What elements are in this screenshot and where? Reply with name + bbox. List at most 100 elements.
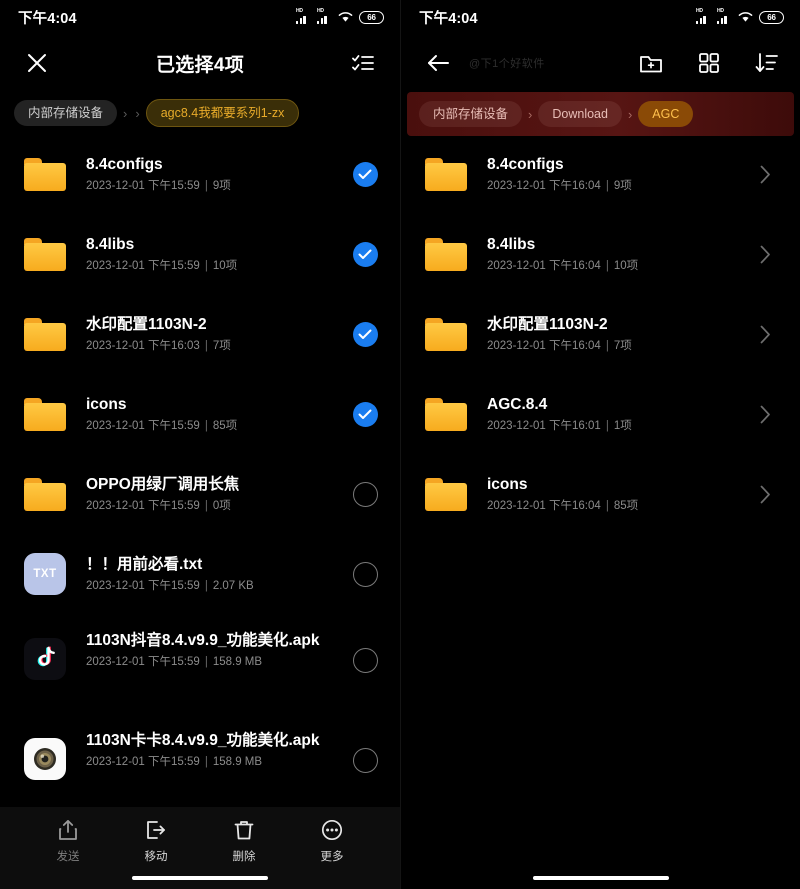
list-item-meta: 8.4libs 2023-12-01 下午15:59 | 10项 bbox=[86, 234, 348, 274]
checkbox-unchecked-icon[interactable] bbox=[352, 561, 378, 587]
signal-hd-icon: HD bbox=[296, 8, 311, 24]
folder-icon bbox=[22, 311, 68, 357]
checkbox-checked-icon[interactable] bbox=[352, 161, 378, 187]
dual-screenshot-container: 下午4:04 HD HD 66 已选择4项 内部存储设备 › › agc8.4我… bbox=[0, 0, 800, 889]
signal-hd-label: HD bbox=[296, 8, 303, 14]
file-subtitle: 2023-12-01 下午16:03 | 7项 bbox=[86, 340, 231, 352]
file-date: 2023-12-01 下午15:59 bbox=[86, 756, 200, 768]
sort-descending-icon[interactable] bbox=[750, 46, 784, 80]
breadcrumb-item-download[interactable]: Download bbox=[538, 100, 622, 128]
file-date: 2023-12-01 下午15:59 bbox=[86, 580, 200, 592]
file-subtitle: 2023-12-01 下午16:04 | 10项 bbox=[487, 260, 639, 272]
list-item-meta: 8.4libs 2023-12-01 下午16:04 | 10项 bbox=[487, 234, 748, 274]
list-item[interactable]: 1103N卡卡8.4.v9.9_功能美化.apk 2023-12-01 下午15… bbox=[0, 714, 400, 814]
file-name: 水印配置1103N-2 bbox=[487, 316, 608, 333]
selection-control[interactable] bbox=[348, 321, 382, 347]
close-icon[interactable] bbox=[20, 46, 54, 80]
checkbox-checked-icon[interactable] bbox=[352, 241, 378, 267]
battery-icon: 66 bbox=[759, 10, 784, 24]
selection-control[interactable] bbox=[348, 748, 382, 773]
new-folder-icon[interactable] bbox=[634, 46, 668, 80]
checkbox-unchecked-icon[interactable] bbox=[352, 481, 378, 507]
list-item[interactable]: AGC.8.4 2023-12-01 下午16:01 | 1项 bbox=[401, 374, 800, 454]
breadcrumb-item-current[interactable]: AGC bbox=[638, 100, 694, 128]
folder-icon bbox=[423, 311, 469, 357]
back-arrow-icon[interactable] bbox=[421, 46, 455, 80]
folder-icon bbox=[423, 471, 469, 517]
selection-control[interactable] bbox=[348, 648, 382, 673]
breadcrumb-item-current[interactable]: agc8.4我都要系列1-zx bbox=[145, 98, 300, 128]
wifi-icon bbox=[338, 11, 353, 23]
breadcrumb: 内部存储设备 › › agc8.4我都要系列1-zx bbox=[0, 92, 400, 134]
file-info: 10项 bbox=[613, 260, 639, 272]
open-folder-control[interactable] bbox=[748, 325, 782, 344]
selection-app-bar: 已选择4项 bbox=[0, 34, 400, 92]
selection-control[interactable] bbox=[348, 561, 382, 587]
list-item[interactable]: 水印配置1103N-2 2023-12-01 下午16:04 | 7项 bbox=[401, 294, 800, 374]
chevron-right-icon bbox=[760, 325, 770, 343]
file-date: 2023-12-01 下午16:04 bbox=[487, 180, 601, 192]
list-item[interactable]: icons 2023-12-01 下午16:04 | 85项 bbox=[401, 454, 800, 534]
file-info: 85项 bbox=[212, 420, 238, 432]
move-icon bbox=[147, 821, 165, 839]
file-name: 8.4libs bbox=[86, 236, 135, 253]
file-list[interactable]: 8.4configs 2023-12-01 下午15:59 | 9项 8.4libs bbox=[0, 134, 400, 889]
selection-control[interactable] bbox=[348, 241, 382, 267]
list-item[interactable]: TXT ！！用前必看.txt 2023-12-01 下午15:59 | 2.07 K… bbox=[0, 534, 400, 614]
list-item[interactable]: 8.4configs 2023-12-01 下午15:59 | 9项 bbox=[0, 134, 400, 214]
status-time: 下午4:04 bbox=[419, 10, 478, 27]
file-subtitle: 2023-12-01 下午15:59 | 158.9 MB bbox=[86, 656, 263, 668]
file-info: 7项 bbox=[212, 340, 231, 352]
breadcrumb-item-storage[interactable]: 内部存储设备 bbox=[419, 100, 523, 128]
selection-control[interactable] bbox=[348, 161, 382, 187]
file-name: 8.4libs bbox=[487, 236, 536, 253]
tiktok-apk-icon bbox=[22, 636, 68, 682]
file-info: 10项 bbox=[212, 260, 238, 272]
file-info: 158.9 MB bbox=[212, 756, 263, 768]
signal-hd-label: HD bbox=[717, 8, 724, 14]
checkbox-checked-icon[interactable] bbox=[352, 321, 378, 347]
list-item[interactable]: 水印配置1103N-2 2023-12-01 下午16:03 | 7项 bbox=[0, 294, 400, 374]
folder-icon bbox=[423, 151, 469, 197]
signal-hd-label: HD bbox=[317, 8, 324, 14]
status-bar: 下午4:04 HD HD 66 bbox=[0, 0, 400, 34]
file-list[interactable]: 8.4configs 2023-12-01 下午16:04 | 9项 8.4libs… bbox=[401, 134, 800, 889]
file-info: 9项 bbox=[613, 180, 632, 192]
open-folder-control[interactable] bbox=[748, 405, 782, 424]
file-info: 0项 bbox=[212, 500, 231, 512]
list-item[interactable]: 8.4configs 2023-12-01 下午16:04 | 9项 bbox=[401, 134, 800, 214]
more-button[interactable]: 更多 bbox=[300, 819, 364, 864]
selection-control[interactable] bbox=[348, 481, 382, 507]
checkbox-unchecked-icon[interactable] bbox=[352, 748, 378, 773]
send-button[interactable]: 发送 bbox=[36, 819, 100, 864]
file-name: 1103N抖音8.4.v9.9_功能美化.apk bbox=[86, 632, 320, 649]
left-phone-screen: 下午4:04 HD HD 66 已选择4项 内部存储设备 › › agc8.4我… bbox=[0, 0, 400, 889]
checkbox-checked-icon[interactable] bbox=[352, 401, 378, 427]
move-button[interactable]: 移动 bbox=[124, 819, 188, 864]
open-folder-control[interactable] bbox=[748, 245, 782, 264]
list-item[interactable]: OPPO用绿厂调用长焦 2023-12-01 下午15:59 | 0项 bbox=[0, 454, 400, 534]
battery-level: 66 bbox=[367, 12, 376, 22]
list-item[interactable]: 8.4libs 2023-12-01 下午16:04 | 10项 bbox=[401, 214, 800, 294]
open-folder-control[interactable] bbox=[748, 485, 782, 504]
chevron-right-icon bbox=[760, 405, 770, 423]
list-item[interactable]: 1103N抖音8.4.v9.9_功能美化.apk 2023-12-01 下午15… bbox=[0, 614, 400, 714]
app-bar-actions bbox=[634, 46, 784, 80]
delete-button[interactable]: 删除 bbox=[212, 819, 276, 864]
share-icon bbox=[59, 820, 77, 840]
breadcrumb-item-storage[interactable]: 内部存储设备 bbox=[14, 99, 118, 127]
status-time: 下午4:04 bbox=[18, 10, 77, 27]
file-date: 2023-12-01 下午16:04 bbox=[487, 500, 601, 512]
select-all-icon[interactable] bbox=[346, 46, 380, 80]
file-subtitle: 2023-12-01 下午15:59 | 85项 bbox=[86, 420, 238, 432]
list-item[interactable]: 8.4libs 2023-12-01 下午15:59 | 10项 bbox=[0, 214, 400, 294]
selection-control[interactable] bbox=[348, 401, 382, 427]
txt-file-icon: TXT bbox=[22, 551, 68, 597]
open-folder-control[interactable] bbox=[748, 165, 782, 184]
grid-view-icon[interactable] bbox=[692, 46, 726, 80]
list-item[interactable]: icons 2023-12-01 下午15:59 | 85项 bbox=[0, 374, 400, 454]
file-date: 2023-12-01 下午16:04 bbox=[487, 340, 601, 352]
checkbox-unchecked-icon[interactable] bbox=[352, 648, 378, 673]
file-date: 2023-12-01 下午16:04 bbox=[487, 260, 601, 272]
trash-icon bbox=[234, 821, 254, 840]
